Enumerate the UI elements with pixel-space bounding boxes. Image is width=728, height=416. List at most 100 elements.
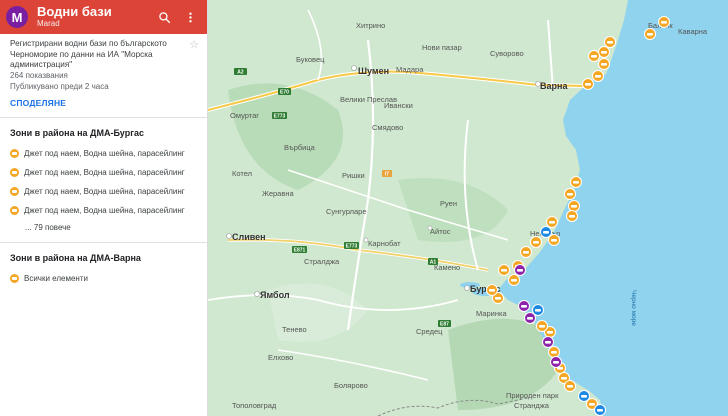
place-label[interactable]: Айтос: [430, 227, 451, 236]
place-label[interactable]: Буковец: [296, 55, 325, 64]
jetski-marker[interactable]: [598, 58, 610, 70]
place-label[interactable]: Странджа: [514, 401, 550, 410]
more-vert-icon: [188, 12, 192, 22]
place-label[interactable]: Ивански: [384, 101, 413, 110]
search-button[interactable]: [155, 8, 173, 26]
place-label[interactable]: Средец: [416, 327, 443, 336]
jetski-icon: [539, 325, 545, 328]
jetski-marker[interactable]: [592, 70, 604, 82]
place-label[interactable]: Нови пазар: [422, 43, 462, 52]
layer-burgas: Зони в района на ДМА-Бургас Джет под нае…: [0, 118, 207, 242]
place-label[interactable]: Върбица: [284, 143, 316, 152]
sea-label: Черно море: [630, 290, 637, 326]
jetski-icon: [547, 331, 553, 334]
place-label[interactable]: Тополовград: [232, 401, 277, 410]
place-label[interactable]: Варна: [540, 81, 568, 91]
list-item[interactable]: Всички елементи: [10, 269, 197, 288]
map-header: M Водни бази Marad: [0, 0, 207, 34]
show-more-link[interactable]: ... 79 повече: [25, 223, 197, 232]
jetski-icon: [551, 351, 557, 354]
place-label[interactable]: Маринка: [476, 309, 507, 318]
place-label[interactable]: Руен: [440, 199, 457, 208]
place-label[interactable]: Болярово: [334, 381, 368, 390]
layer-varna: Зони в района на ДМА-Варна Всички елемен…: [0, 243, 207, 292]
place-label[interactable]: Тенево: [282, 325, 307, 334]
place-label[interactable]: Мадара: [396, 65, 424, 74]
map-owner[interactable]: Marad: [37, 19, 112, 29]
jetski-marker[interactable]: [658, 16, 670, 28]
jetski-marker[interactable]: [564, 188, 576, 200]
place-label[interactable]: Ямбол: [260, 290, 290, 300]
jetski-marker[interactable]: [536, 320, 548, 332]
jetski-icon: [533, 241, 539, 244]
place-label[interactable]: Каварна: [678, 27, 708, 36]
jetski-marker[interactable]: [568, 200, 580, 212]
jetski-marker[interactable]: [570, 176, 582, 188]
jetski-icon: [567, 193, 573, 196]
place-label[interactable]: Суворово: [490, 49, 524, 58]
place-label[interactable]: Жеравна: [262, 189, 294, 198]
map-title: Водни бази: [37, 3, 112, 19]
road-label: A2: [237, 70, 244, 76]
jetski-icon: [661, 21, 667, 24]
parasailing-marker[interactable]: [514, 264, 526, 276]
layer-title[interactable]: Зони в района на ДМА-Варна: [10, 253, 197, 263]
jetski-marker[interactable]: [486, 284, 498, 296]
parasailing-marker[interactable]: [524, 312, 536, 324]
place-label[interactable]: Природен парк: [506, 391, 559, 400]
jetski-marker[interactable]: [644, 28, 656, 40]
jetski-icon: [551, 239, 557, 242]
jetski-icon: [521, 305, 527, 308]
jetski-marker[interactable]: [566, 210, 578, 222]
jetski-marker[interactable]: [548, 234, 560, 246]
place-label[interactable]: Елхово: [268, 353, 293, 362]
list-item[interactable]: Джет под наем, Водна шейна, парасейлинг: [10, 201, 197, 220]
list-item[interactable]: Джет под наем, Водна шейна, парасейлинг: [10, 144, 197, 163]
list-item-label: Джет под наем, Водна шейна, парасейлинг: [24, 167, 185, 177]
jetski-marker[interactable]: [582, 78, 594, 90]
jetski-marker[interactable]: [508, 274, 520, 286]
map-description: Регистрирани водни бази по българското Ч…: [10, 39, 167, 70]
place-label[interactable]: Омуртаг: [230, 111, 259, 120]
place-label[interactable]: Хитрино: [356, 21, 385, 30]
jetski-marker[interactable]: [530, 236, 542, 248]
list-item[interactable]: Джет под наем, Водна шейна, парасейлинг: [10, 182, 197, 201]
place-label[interactable]: Котел: [232, 169, 252, 178]
road-label: E773: [346, 244, 358, 250]
place-label[interactable]: Ришки: [342, 171, 365, 180]
jetski-icon: [549, 221, 555, 224]
jetski-marker[interactable]: [564, 380, 576, 392]
owner-avatar[interactable]: M: [6, 6, 28, 28]
map-svg[interactable]: A2 E70 E773 E871 A1 I7 E87 E773 Хитрино …: [208, 0, 728, 416]
place-label[interactable]: Смядово: [372, 123, 403, 132]
boat-marker[interactable]: [594, 404, 606, 416]
share-button[interactable]: СПОДЕЛЯНЕ: [10, 98, 66, 108]
map-info: Регистрирани водни бази по българското Ч…: [0, 34, 207, 117]
place-label[interactable]: Стралджа: [304, 257, 340, 266]
jetski-marker[interactable]: [598, 46, 610, 58]
more-options-button[interactable]: [181, 8, 199, 26]
jetski-marker[interactable]: [520, 246, 532, 258]
place-label[interactable]: Карнобат: [368, 239, 401, 248]
jetski-marker[interactable]: [588, 50, 600, 62]
layer-title[interactable]: Зони в района на ДМА-Бургас: [10, 128, 197, 138]
place-label[interactable]: Сунгурларе: [326, 207, 367, 216]
jetski-marker[interactable]: [498, 264, 510, 276]
parasailing-marker[interactable]: [518, 300, 530, 312]
jetski-icon: [553, 361, 559, 364]
jetski-marker-icon: [10, 273, 19, 283]
list-item[interactable]: Джет под наем, Водна шейна, парасейлинг: [10, 163, 197, 182]
place-label[interactable]: Сливен: [232, 232, 266, 242]
parasailing-marker[interactable]: [542, 336, 554, 348]
jetski-marker[interactable]: [546, 216, 558, 228]
place-label[interactable]: Камено: [434, 263, 460, 272]
star-icon[interactable]: ☆: [189, 38, 199, 51]
map-canvas[interactable]: A2 E70 E773 E871 A1 I7 E87 E773 Хитрино …: [208, 0, 728, 416]
list-item-label: Джет под наем, Водна шейна, парасейлинг: [24, 205, 185, 215]
jetski-marker[interactable]: [548, 346, 560, 358]
jetski-icon: [495, 297, 501, 300]
jetski-marker-icon: [10, 205, 19, 215]
parasailing-marker[interactable]: [550, 356, 562, 368]
place-label[interactable]: Шумен: [358, 66, 389, 76]
jetski-marker[interactable]: [604, 36, 616, 48]
